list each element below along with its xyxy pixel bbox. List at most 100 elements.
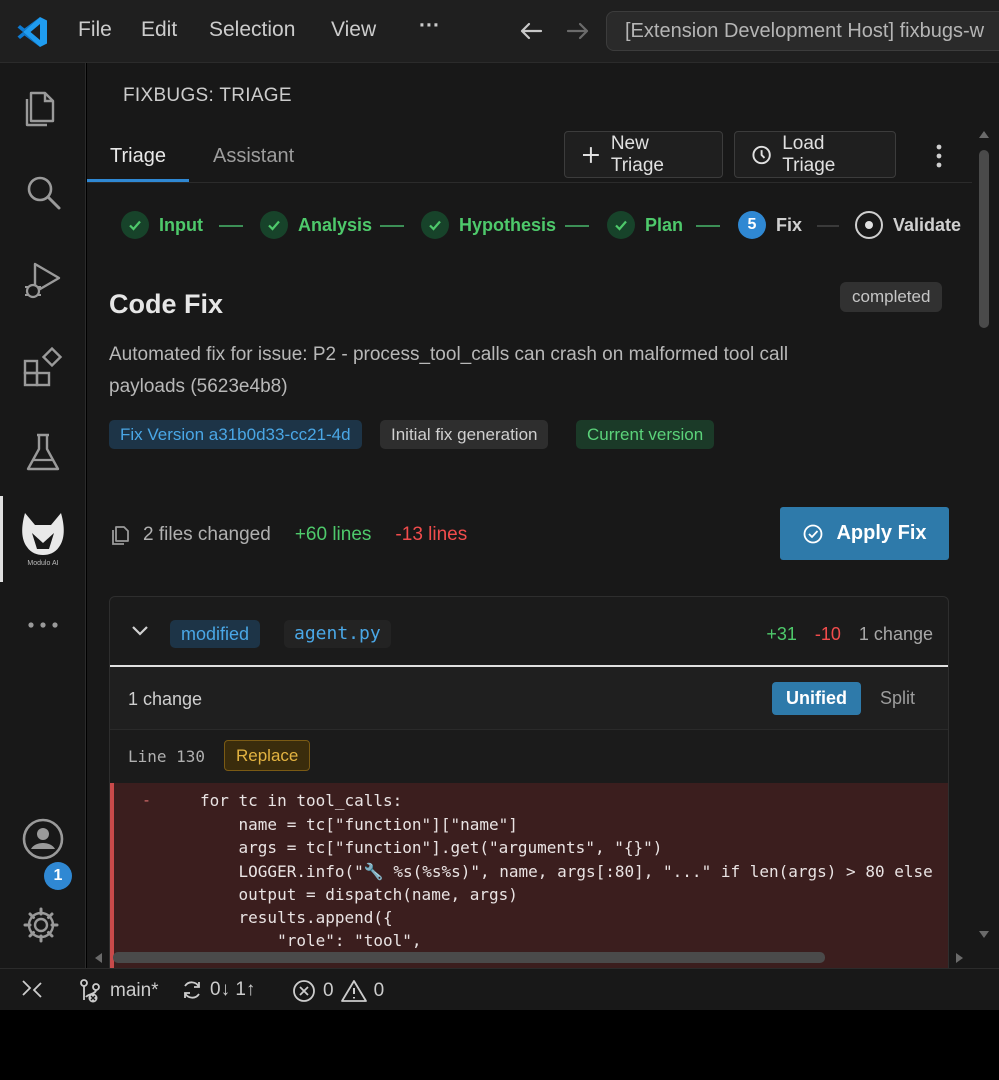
search-icon[interactable]: [19, 169, 67, 217]
code-line: args = tc["function"].get("arguments", "…: [200, 838, 663, 857]
step-plan[interactable]: Plan: [607, 211, 683, 239]
check-icon: [421, 211, 449, 239]
remote-indicator[interactable]: [20, 978, 44, 1000]
active-indicator: [0, 496, 3, 582]
load-triage-button[interactable]: Load Triage: [734, 131, 896, 178]
file-removed: -10: [814, 624, 841, 644]
vertical-scrollbar[interactable]: [979, 150, 989, 328]
step-fix[interactable]: 5 Fix: [738, 211, 802, 239]
check-icon: [121, 211, 149, 239]
fixbugs-panel: FIXBUGS: TRIAGE Triage Assistant New Tri…: [87, 63, 999, 968]
vscode-logo-icon: [17, 17, 47, 47]
files-changed: 2 files changed: [143, 524, 271, 545]
menu-edit[interactable]: Edit: [141, 18, 177, 42]
menu-view[interactable]: View: [331, 18, 376, 42]
step-hypothesis[interactable]: Hypothesis: [421, 211, 556, 239]
account-icon[interactable]: [19, 815, 67, 863]
hunk-header: Line 130 Replace: [110, 730, 948, 783]
step-analysis[interactable]: Analysis: [260, 211, 372, 239]
forward-arrow-icon[interactable]: [563, 16, 593, 46]
apply-fix-label: Apply Fix: [836, 522, 927, 544]
back-arrow-icon[interactable]: [516, 16, 546, 46]
panel-title: FIXBUGS: TRIAGE: [123, 85, 292, 106]
status-badge: completed: [840, 282, 943, 312]
change-count: 1 change: [128, 689, 203, 709]
line-number: Line 130: [128, 747, 206, 766]
fix-version-chip: Fix Version a31b0d33-cc21-4d: [109, 420, 362, 449]
step-connector: [565, 225, 589, 227]
tab-triage[interactable]: Triage: [110, 145, 166, 168]
sync-indicator[interactable]: 0↓ 1↑: [180, 978, 255, 1002]
explorer-icon[interactable]: [19, 83, 67, 131]
scroll-left-icon[interactable]: [92, 951, 104, 965]
menu-more-icon[interactable]: ···: [419, 14, 440, 38]
radio-dot-icon: [855, 211, 883, 239]
branch-name: main*: [110, 980, 159, 1001]
testing-icon[interactable]: [19, 429, 67, 477]
change-stats: 2 files changed +60 lines -13 lines: [109, 524, 467, 546]
status-bar: main* 0↓ 1↑ 0 0: [0, 968, 999, 1010]
chevron-down-icon[interactable]: [130, 623, 150, 639]
code-line: output = dispatch(name, args): [200, 885, 518, 904]
active-tab-underline: [87, 179, 189, 182]
error-icon: [293, 980, 315, 1002]
scroll-down-icon[interactable]: [977, 929, 991, 941]
new-triage-label: New Triage: [610, 132, 664, 176]
split-toggle[interactable]: Split: [866, 682, 929, 715]
sync-status: 0↓ 1↑: [210, 979, 256, 1000]
tab-assistant[interactable]: Assistant: [213, 145, 294, 168]
new-triage-button[interactable]: New Triage: [564, 131, 723, 178]
branch-indicator[interactable]: main*: [78, 978, 159, 1004]
removed-code-block: - for tc in tool_calls: name = tc["funct…: [110, 783, 948, 968]
modulo-caption: Modulo AI: [27, 560, 59, 567]
sync-icon: [184, 981, 200, 999]
current-version-chip: Current version: [576, 420, 715, 449]
remote-icon: [22, 980, 42, 998]
generation-chip: Initial fix generation: [380, 420, 549, 449]
unified-toggle[interactable]: Unified: [772, 682, 861, 715]
git-branch-icon: [80, 979, 100, 1003]
menu-selection[interactable]: Selection: [209, 18, 295, 42]
settings-icon[interactable]: [19, 901, 67, 949]
title-bar: File Edit Selection View ··· [Extension …: [0, 0, 999, 63]
file-diff-card: modified agent.py +31 -10 1 change 1 cha…: [109, 596, 949, 968]
change-toolbar: 1 change Unified Split: [110, 667, 948, 730]
file-diff-header[interactable]: modified agent.py +31 -10 1 change: [110, 597, 948, 667]
step-input[interactable]: Input: [121, 211, 203, 239]
extensions-icon[interactable]: [19, 343, 67, 391]
load-triage-label: Load Triage: [782, 132, 836, 176]
history-icon: [752, 145, 771, 164]
activity-bar: Modulo AI 1: [0, 63, 86, 968]
menu-file[interactable]: File: [78, 18, 112, 42]
warning-count: 0: [373, 980, 385, 1001]
more-icon[interactable]: [19, 601, 67, 649]
step-connector: [380, 225, 404, 227]
step-number: 5: [738, 211, 766, 239]
horizontal-scrollbar[interactable]: [113, 952, 825, 963]
triage-stepper: Input Analysis Hypothesis Plan 5 Fix Val…: [121, 211, 981, 247]
lines-added: +60 lines: [294, 524, 372, 545]
fix-description: Automated fix for issue: P2 - process_to…: [109, 344, 789, 397]
problems-indicator[interactable]: 0 0: [291, 978, 384, 1004]
run-debug-icon[interactable]: [19, 256, 67, 304]
kebab-menu-icon[interactable]: [927, 141, 951, 171]
step-validate[interactable]: Validate: [855, 211, 961, 239]
code-line: name = tc["function"]["name"]: [200, 815, 518, 834]
error-count: 0: [323, 980, 334, 1001]
settings-badge: 1: [44, 862, 72, 890]
step-connector: [817, 225, 839, 227]
command-center[interactable]: [Extension Development Host] fixbugs-w: [606, 11, 999, 51]
check-circle-icon: [804, 524, 823, 543]
apply-fix-button[interactable]: Apply Fix: [780, 507, 949, 560]
section-title: Code Fix: [109, 289, 224, 319]
modulo-ai-icon[interactable]: [19, 509, 67, 567]
code-line: LOGGER.info("🔧 %s(%s%s)", name, args[:80…: [200, 862, 933, 881]
file-name[interactable]: agent.py: [284, 620, 391, 648]
code-line: "role": "tool",: [200, 931, 422, 950]
modified-badge: modified: [170, 620, 261, 648]
code-line: results.append({: [200, 908, 393, 927]
replace-badge: Replace: [224, 740, 311, 771]
lines-removed: -13 lines: [395, 524, 468, 545]
scroll-right-icon[interactable]: [954, 951, 966, 965]
scroll-up-icon[interactable]: [977, 128, 991, 140]
